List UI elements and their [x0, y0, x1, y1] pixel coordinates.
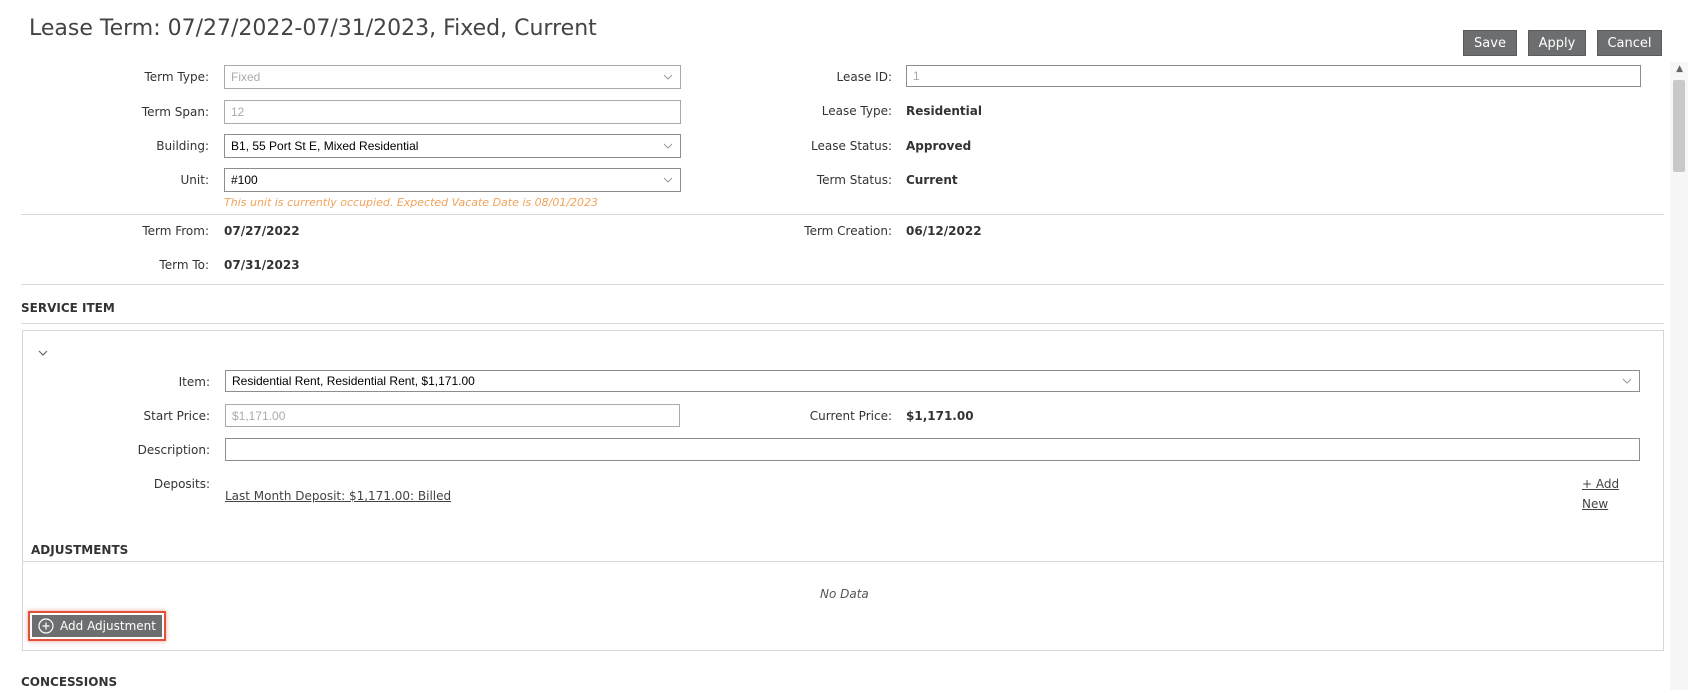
unit-occupied-warning: This unit is currently occupied. Expecte… — [224, 196, 599, 209]
cancel-button[interactable]: Cancel — [1597, 30, 1662, 56]
lease-type-label: Lease Type: — [821, 104, 892, 118]
term-creation-label: Term Creation: — [804, 224, 892, 238]
unit-value: #100 — [231, 173, 258, 187]
term-status-value: Current — [906, 173, 958, 187]
unit-label: Unit: — [180, 173, 209, 187]
divider — [21, 214, 1664, 215]
term-span-input[interactable]: 12 — [224, 100, 681, 124]
building-select[interactable]: B1, 55 Port St E, Mixed Residential — [224, 134, 681, 158]
term-type-value: Fixed — [231, 70, 261, 84]
collapse-chevron-icon[interactable] — [37, 347, 49, 359]
term-to-label: Term To: — [159, 258, 209, 272]
term-type-label: Term Type: — [144, 70, 209, 84]
lease-id-value: 1 — [913, 69, 920, 83]
term-to-value: 07/31/2023 — [224, 258, 300, 272]
building-label: Building: — [156, 139, 209, 153]
chevron-down-icon — [663, 177, 673, 183]
no-data-text: No Data — [820, 587, 869, 601]
item-label: Item: — [178, 375, 210, 389]
save-button[interactable]: Save — [1463, 30, 1517, 56]
term-span-label: Term Span: — [141, 105, 209, 119]
scrollbar-thumb[interactable] — [1673, 80, 1685, 172]
page-title: Lease Term: 07/27/2022-07/31/2023, Fixed… — [29, 16, 597, 41]
service-item-heading: SERVICE ITEM — [21, 301, 115, 315]
lease-status-label: Lease Status: — [811, 139, 892, 153]
term-status-label: Term Status: — [816, 173, 892, 187]
add-new-deposit-link[interactable]: + Add New — [1582, 477, 1619, 511]
start-price-value: $1,171.00 — [232, 408, 286, 423]
concessions-heading: CONCESSIONS — [21, 675, 118, 689]
plus-circle-icon — [38, 618, 54, 634]
lease-type-value: Residential — [906, 104, 982, 118]
term-span-value: 12 — [231, 105, 245, 119]
add-new-line2: New — [1582, 497, 1609, 511]
add-adjustment-label: Add Adjustment — [60, 619, 156, 633]
unit-select[interactable]: #100 — [224, 168, 681, 192]
term-from-label: Term From: — [142, 224, 209, 238]
description-label: Description: — [137, 443, 210, 457]
lease-id-input[interactable]: 1 — [906, 65, 1641, 87]
term-type-select[interactable]: Fixed — [224, 65, 681, 89]
divider — [21, 284, 1664, 285]
lease-status-value: Approved — [906, 139, 972, 153]
adjustments-heading: ADJUSTMENTS — [31, 543, 129, 557]
chevron-down-icon — [663, 143, 673, 149]
term-from-value: 07/27/2022 — [224, 224, 300, 238]
divider — [21, 323, 1664, 324]
building-value: B1, 55 Port St E, Mixed Residential — [231, 139, 419, 153]
current-price-label: Current Price: — [809, 409, 892, 423]
apply-button[interactable]: Apply — [1528, 30, 1586, 56]
divider — [23, 561, 1663, 562]
item-value: Residential Rent, Residential Rent, $1,1… — [232, 374, 475, 388]
start-price-input[interactable]: $1,171.00 — [225, 404, 680, 427]
chevron-down-icon — [1622, 378, 1632, 384]
add-adjustment-button[interactable]: Add Adjustment — [28, 611, 166, 641]
term-creation-value: 06/12/2022 — [906, 224, 982, 238]
scroll-up-icon[interactable]: ▲ — [1676, 64, 1683, 74]
current-price-value: $1,171.00 — [906, 409, 974, 423]
start-price-label: Start Price: — [143, 409, 210, 423]
item-select[interactable]: Residential Rent, Residential Rent, $1,1… — [225, 370, 1640, 392]
deposits-label: Deposits: — [153, 477, 210, 491]
description-input[interactable] — [225, 438, 1640, 461]
deposit-link[interactable]: Last Month Deposit: $1,171.00: Billed — [225, 489, 451, 503]
chevron-down-icon — [663, 74, 673, 80]
add-new-line1: + Add — [1582, 477, 1620, 491]
lease-id-label: Lease ID: — [836, 70, 892, 84]
